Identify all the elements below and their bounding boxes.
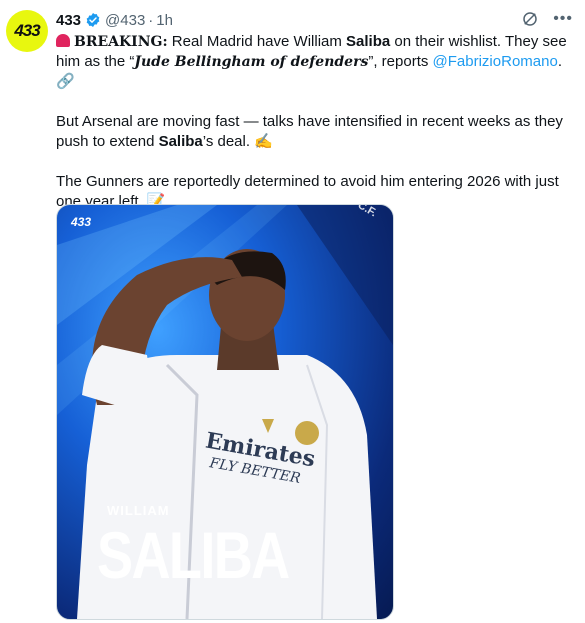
tweet-paragraph-2: But Arsenal are moving fast — talks have… bbox=[56, 112, 576, 152]
player-first-name: WILLIAM bbox=[107, 503, 170, 518]
brand-logo: 433 bbox=[71, 215, 92, 229]
tweet-media-image[interactable]: 433 RID C.F. Emirates FLY BETTER WILLIAM… bbox=[56, 204, 394, 620]
display-name[interactable]: 433 bbox=[56, 12, 81, 29]
avatar[interactable]: 433 bbox=[6, 10, 48, 52]
mention-link[interactable]: @FabrizioRomano bbox=[433, 53, 558, 70]
quote-text: Jude Bellingham of defenders bbox=[134, 54, 369, 70]
timestamp[interactable]: 1h bbox=[156, 12, 173, 29]
player-name: Saliba bbox=[346, 33, 391, 50]
tweet-header: 433 @433 · 1h ••• bbox=[56, 10, 573, 30]
more-icon[interactable]: ••• bbox=[553, 10, 573, 28]
text-span: ”, reports bbox=[368, 53, 433, 70]
tweet-text: BREAKING: Real Madrid have William Salib… bbox=[56, 32, 576, 232]
siren-emoji-icon bbox=[56, 34, 70, 47]
player-name: Saliba bbox=[158, 133, 203, 150]
text-span: ’s deal. ✍️ bbox=[202, 133, 273, 150]
text-span: But Arsenal are moving fast — talks have… bbox=[56, 113, 563, 150]
grok-icon[interactable] bbox=[521, 10, 539, 28]
player-last-name: SALIBA bbox=[97, 518, 290, 592]
verified-badge-icon bbox=[85, 12, 101, 28]
separator: · bbox=[148, 11, 154, 29]
avatar-text: 433 bbox=[14, 21, 40, 40]
tweet-paragraph-1: BREAKING: Real Madrid have William Salib… bbox=[56, 32, 576, 92]
breaking-label: BREAKING: bbox=[74, 34, 168, 50]
text-span: Real Madrid have William bbox=[167, 33, 347, 50]
handle[interactable]: @433 bbox=[105, 12, 145, 29]
